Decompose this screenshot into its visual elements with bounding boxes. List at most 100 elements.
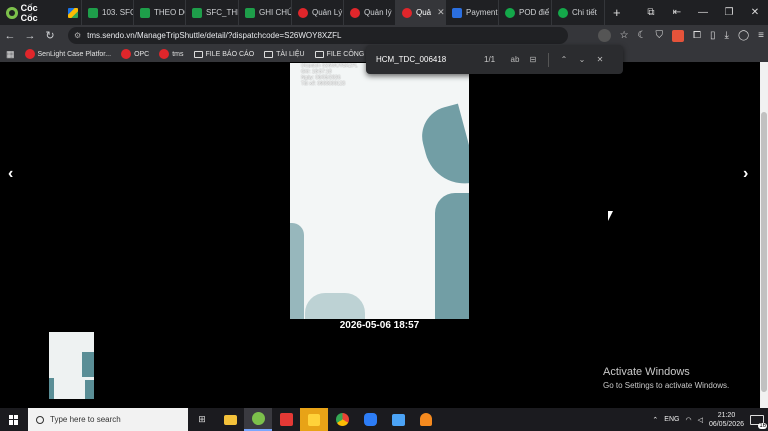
- match-whole-word-icon[interactable]: ⊟: [524, 55, 542, 64]
- minimize-button[interactable]: —: [690, 7, 716, 18]
- app-orange[interactable]: [412, 408, 440, 431]
- close-find-icon[interactable]: ✕: [591, 55, 609, 64]
- volume-icon[interactable]: ◁: [698, 416, 703, 424]
- notification-center-icon[interactable]: 16: [750, 414, 767, 429]
- bookmark-star-icon[interactable]: ☆: [620, 30, 629, 41]
- profile-icon[interactable]: ◯: [738, 30, 749, 41]
- photo-timestamp-overlay: Dispatch S26WOY8XZFL Giờ: 18:57:18 Ngày:…: [301, 63, 358, 87]
- tab-pod[interactable]: POD điể: [499, 0, 552, 25]
- wps-app[interactable]: [272, 408, 300, 431]
- tab-quan-ly-1[interactable]: Quản Lý: [292, 0, 344, 25]
- photo-caption: 2026-05-06 18:57: [339, 320, 420, 331]
- sheets-icon: [140, 7, 150, 18]
- url-text: tms.sendo.vn/ManageTripShuttle/detail/?d…: [87, 31, 342, 40]
- zalo-icon: [363, 413, 377, 426]
- notification-count: 16: [758, 422, 767, 429]
- reload-button[interactable]: ↻: [40, 29, 60, 42]
- match-case-button[interactable]: ab: [506, 55, 524, 64]
- tab-sheet-103[interactable]: 103. SFC: [82, 0, 134, 25]
- toolbar-actions: ☆ ☾ ⛉ ⧠ ▯ ⤓ ◯ ≡: [597, 25, 764, 46]
- extensions-icon[interactable]: ⧠: [693, 30, 701, 41]
- bookmark-label: OPC: [134, 50, 150, 58]
- extension-red-icon[interactable]: [672, 29, 685, 42]
- tab-quan-ly-2[interactable]: Quản lý: [344, 0, 396, 25]
- address-bar[interactable]: ⚙ tms.sendo.vn/ManageTripShuttle/detail/…: [68, 27, 568, 44]
- coccoc-app[interactable]: [244, 408, 272, 431]
- sendo-icon: [159, 49, 170, 59]
- page-scrollbar[interactable]: [760, 62, 768, 408]
- image-thumbnail[interactable]: [49, 332, 94, 399]
- apps-grid-icon[interactable]: ▦: [6, 49, 15, 60]
- search-placeholder: Type here to search: [50, 415, 121, 424]
- tab-sheet-theo-doi[interactable]: THEO DÕ: [134, 0, 186, 25]
- sticky-notes-app[interactable]: [300, 408, 328, 431]
- maximize-button[interactable]: ❐: [716, 7, 742, 18]
- bookmark-senlight[interactable]: SenLight Case Platfor...: [24, 49, 112, 59]
- shield-icon[interactable]: ⛉: [656, 30, 664, 41]
- tab-payment[interactable]: Payment: [446, 0, 499, 25]
- menu-icon[interactable]: ≡: [758, 30, 764, 41]
- watermark-subtitle: Go to Settings to activate Windows.: [603, 381, 730, 390]
- coccoc-icon: [251, 412, 265, 425]
- language-indicator[interactable]: ENG: [664, 416, 679, 423]
- browser-brand[interactable]: Cốc Cốc: [0, 0, 62, 25]
- tab-label: 103. SFC: [102, 8, 134, 17]
- tab-sheet-ghi-chu[interactable]: GHI CHÚ: [239, 0, 292, 25]
- bookmark-folder-bao-cao[interactable]: FILE BÁO CÁO: [193, 50, 254, 58]
- bookmark-tms[interactable]: tms: [159, 49, 184, 59]
- site-info-icon[interactable]: ⚙: [74, 31, 81, 40]
- tab-chi-tiet[interactable]: Chi tiết: [552, 0, 605, 25]
- next-image-button[interactable]: ›: [743, 165, 748, 183]
- zalo-app[interactable]: [356, 408, 384, 431]
- ghn-icon: [505, 7, 515, 18]
- tab-label: Quản Lý: [312, 8, 343, 17]
- bookmark-label: tms: [172, 50, 184, 58]
- browser-brand-label: Cốc Cốc: [20, 2, 38, 23]
- taskbar-search[interactable]: Type here to search: [28, 408, 188, 431]
- dark-mode-icon[interactable]: ☾: [638, 30, 647, 41]
- translate-icon[interactable]: [597, 29, 611, 42]
- tab-search-icon[interactable]: ⧉: [638, 7, 664, 18]
- folder-icon: [264, 50, 274, 58]
- sendo-icon: [24, 49, 35, 59]
- next-match-icon[interactable]: ⌄: [573, 55, 591, 64]
- find-input[interactable]: HCM_TDC_006418: [376, 55, 476, 64]
- photo-shadow: [435, 193, 469, 319]
- bookmark-label: SenLight Case Platfor...: [37, 50, 112, 58]
- back-history-icon[interactable]: ⇤: [664, 7, 690, 18]
- show-hidden-icons[interactable]: ⌃: [652, 416, 658, 424]
- close-tab-icon[interactable]: ✕: [437, 7, 445, 18]
- browser-toolbar: ← → ↻ ⚙ tms.sendo.vn/ManageTripShuttle/d…: [0, 25, 768, 46]
- tab-quan-ly-active[interactable]: Quả ✕: [396, 0, 446, 25]
- tab-sheet-sfc[interactable]: SFC_THE: [186, 0, 239, 25]
- task-view-button[interactable]: ⊞: [188, 408, 216, 431]
- divider: [548, 52, 549, 67]
- bookmark-folder-tai-lieu[interactable]: TÀI LIỆU: [264, 50, 305, 58]
- app-blue[interactable]: [384, 408, 412, 431]
- activate-windows-watermark: Activate Windows Go to Settings to activ…: [603, 366, 729, 390]
- sheets-icon: [245, 7, 255, 18]
- previous-match-icon[interactable]: ⌃: [555, 55, 573, 64]
- sheets-icon: [88, 7, 98, 18]
- scrollbar-thumb[interactable]: [761, 112, 767, 392]
- sheets-icon: [192, 7, 202, 18]
- back-button[interactable]: ←: [0, 30, 20, 42]
- clock[interactable]: 21:20 06/05/2026: [709, 411, 744, 429]
- tab-drive[interactable]: [62, 0, 82, 25]
- chrome-app[interactable]: [328, 408, 356, 431]
- delivery-photo: Dispatch S26WOY8XZFL Giờ: 18:57:18 Ngày:…: [290, 63, 469, 319]
- forward-button[interactable]: →: [20, 30, 40, 42]
- photo-shadow: [305, 293, 365, 319]
- tab-label: Quản lý: [364, 8, 392, 17]
- new-tab-button[interactable]: +: [605, 5, 629, 20]
- close-window-button[interactable]: ✕: [742, 7, 768, 18]
- app-icon: [391, 413, 405, 426]
- split-view-icon[interactable]: ▯: [710, 30, 716, 41]
- download-icon[interactable]: ⤓: [725, 30, 729, 41]
- bookmark-opc[interactable]: OPC: [121, 49, 149, 59]
- start-button[interactable]: [0, 408, 28, 431]
- file-explorer-app[interactable]: [216, 408, 244, 431]
- previous-image-button[interactable]: ‹: [8, 165, 13, 183]
- sendo-icon: [402, 7, 412, 18]
- network-icon[interactable]: ◠: [685, 416, 691, 424]
